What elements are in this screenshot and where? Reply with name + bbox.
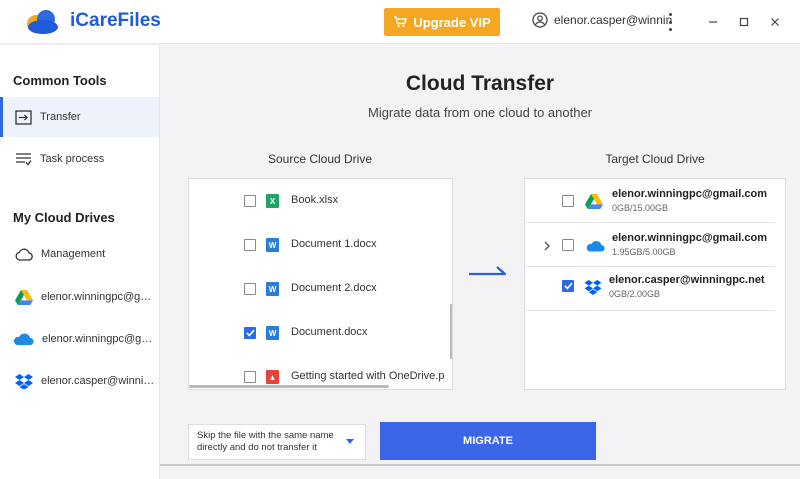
- drive-email: elenor.winningpc@gmail.com: [612, 232, 767, 244]
- user-account[interactable]: elenor.casper@winnin: [532, 12, 672, 28]
- vertical-scrollbar[interactable]: [450, 304, 452, 359]
- skip-option-text: Skip the file with the same name directl…: [197, 430, 334, 453]
- sidebar-item-task-process[interactable]: Task process: [0, 139, 159, 179]
- pdf-file-icon: ▲: [266, 370, 279, 384]
- sidebar-item-management[interactable]: Management: [0, 234, 159, 274]
- minimize-icon: [709, 21, 717, 23]
- excel-file-icon: X: [266, 194, 279, 208]
- sidebar-item-onedrive[interactable]: elenor.winningpc@gma...: [0, 319, 159, 359]
- drive-checkbox[interactable]: [562, 280, 574, 292]
- onedrive-icon: [586, 241, 605, 252]
- word-file-icon: W: [266, 326, 279, 340]
- source-file-list[interactable]: X Book.xlsx W Document 1.docx W Document…: [188, 178, 453, 390]
- sidebar-item-label: elenor.winningpc@gma...: [42, 333, 157, 345]
- source-drive-label: Source Cloud Drive: [267, 152, 373, 166]
- transfer-arrow-icon: [469, 266, 507, 276]
- icarefiles-logo: [27, 10, 58, 34]
- checkmark-icon: [245, 329, 255, 337]
- file-name: Document.docx: [291, 326, 368, 338]
- user-icon: [532, 12, 548, 28]
- dropbox-icon: [15, 374, 33, 389]
- onedrive-icon: [13, 333, 34, 346]
- app-title: iCareFiles: [70, 10, 161, 31]
- file-checkbox[interactable]: [244, 283, 256, 295]
- sidebar: Common Tools Transfer Task process My Cl…: [0, 45, 160, 479]
- user-email: elenor.casper@winnin: [554, 13, 673, 27]
- upgrade-vip-label: Upgrade VIP: [413, 14, 491, 30]
- list-item[interactable]: elenor.casper@winningpc.net 0GB/2.00GB: [525, 267, 775, 311]
- sidebar-item-dropbox[interactable]: elenor.casper@winning...: [0, 361, 159, 401]
- title-bar: iCareFiles Upgrade VIP elenor.casper@win…: [0, 0, 800, 44]
- duplicate-file-option-select[interactable]: Skip the file with the same name directl…: [188, 424, 366, 460]
- sidebar-item-label: elenor.winningpc@gm...: [41, 291, 156, 303]
- transfer-icon: [15, 109, 32, 125]
- more-options-icon[interactable]: [664, 13, 676, 31]
- target-drive-label: Target Cloud Drive: [605, 152, 705, 166]
- dropdown-caret-icon: [346, 439, 354, 444]
- list-item[interactable]: W Document 2.docx: [189, 267, 451, 311]
- maximize-icon: [739, 17, 749, 27]
- my-cloud-drives-heading: My Cloud Drives: [13, 210, 115, 225]
- cloud-outline-icon: [15, 248, 33, 261]
- file-checkbox[interactable]: [244, 195, 256, 207]
- drive-checkbox[interactable]: [562, 239, 574, 251]
- google-drive-icon: [585, 194, 603, 209]
- maximize-button[interactable]: [734, 12, 754, 32]
- drive-capacity: 1.95GB/5.00GB: [612, 247, 676, 257]
- sidebar-item-transfer[interactable]: Transfer: [0, 97, 159, 137]
- minimize-button[interactable]: [703, 12, 723, 32]
- sidebar-item-label: Management: [41, 248, 106, 260]
- sidebar-item-label: Transfer: [40, 111, 81, 123]
- list-item[interactable]: W Document.docx: [189, 311, 451, 355]
- horizontal-scrollbar[interactable]: [189, 385, 389, 388]
- drive-email: elenor.casper@winningpc.net: [609, 274, 765, 286]
- word-file-icon: W: [266, 238, 279, 252]
- sidebar-item-label: elenor.casper@winning...: [41, 375, 156, 387]
- sidebar-item-google-drive[interactable]: elenor.winningpc@gm...: [0, 277, 159, 317]
- drive-email: elenor.winningpc@gmail.com: [612, 188, 767, 200]
- page-title: Cloud Transfer: [405, 72, 555, 95]
- list-item[interactable]: elenor.winningpc@gmail.com 1.95GB/5.00GB: [525, 223, 775, 267]
- file-name: Book.xlsx: [291, 194, 339, 206]
- migrate-button[interactable]: MIGRATE: [380, 422, 596, 460]
- sidebar-item-label: Task process: [40, 153, 105, 165]
- close-button[interactable]: [765, 12, 785, 32]
- page-subtitle: Migrate data from one cloud to another: [367, 105, 593, 120]
- google-drive-icon: [15, 290, 33, 305]
- close-icon: [771, 18, 779, 26]
- common-tools-heading: Common Tools: [13, 73, 107, 88]
- target-drive-list[interactable]: elenor.winningpc@gmail.com 0GB/15.00GB e…: [524, 178, 786, 390]
- list-item[interactable]: X Book.xlsx: [189, 179, 451, 223]
- file-checkbox[interactable]: [244, 327, 256, 339]
- word-file-icon: W: [266, 282, 279, 296]
- task-list-icon: [16, 153, 32, 166]
- dropbox-icon: [584, 279, 602, 295]
- file-checkbox[interactable]: [244, 371, 256, 383]
- drive-capacity: 0GB/15.00GB: [612, 203, 669, 213]
- checkmark-icon: [563, 282, 573, 290]
- chevron-right-icon[interactable]: [544, 241, 550, 251]
- cart-icon: [394, 16, 408, 28]
- drive-capacity: 0GB/2.00GB: [609, 289, 661, 299]
- list-item[interactable]: elenor.winningpc@gmail.com 0GB/15.00GB: [525, 179, 775, 223]
- file-name: Document 2.docx: [291, 282, 377, 294]
- list-item[interactable]: W Document 1.docx: [189, 223, 451, 267]
- file-name: Getting started with OneDrive.p: [291, 370, 445, 382]
- divider: [160, 464, 800, 466]
- upgrade-vip-button[interactable]: Upgrade VIP: [384, 8, 500, 36]
- file-checkbox[interactable]: [244, 239, 256, 251]
- file-name: Document 1.docx: [291, 238, 377, 250]
- drive-checkbox[interactable]: [562, 195, 574, 207]
